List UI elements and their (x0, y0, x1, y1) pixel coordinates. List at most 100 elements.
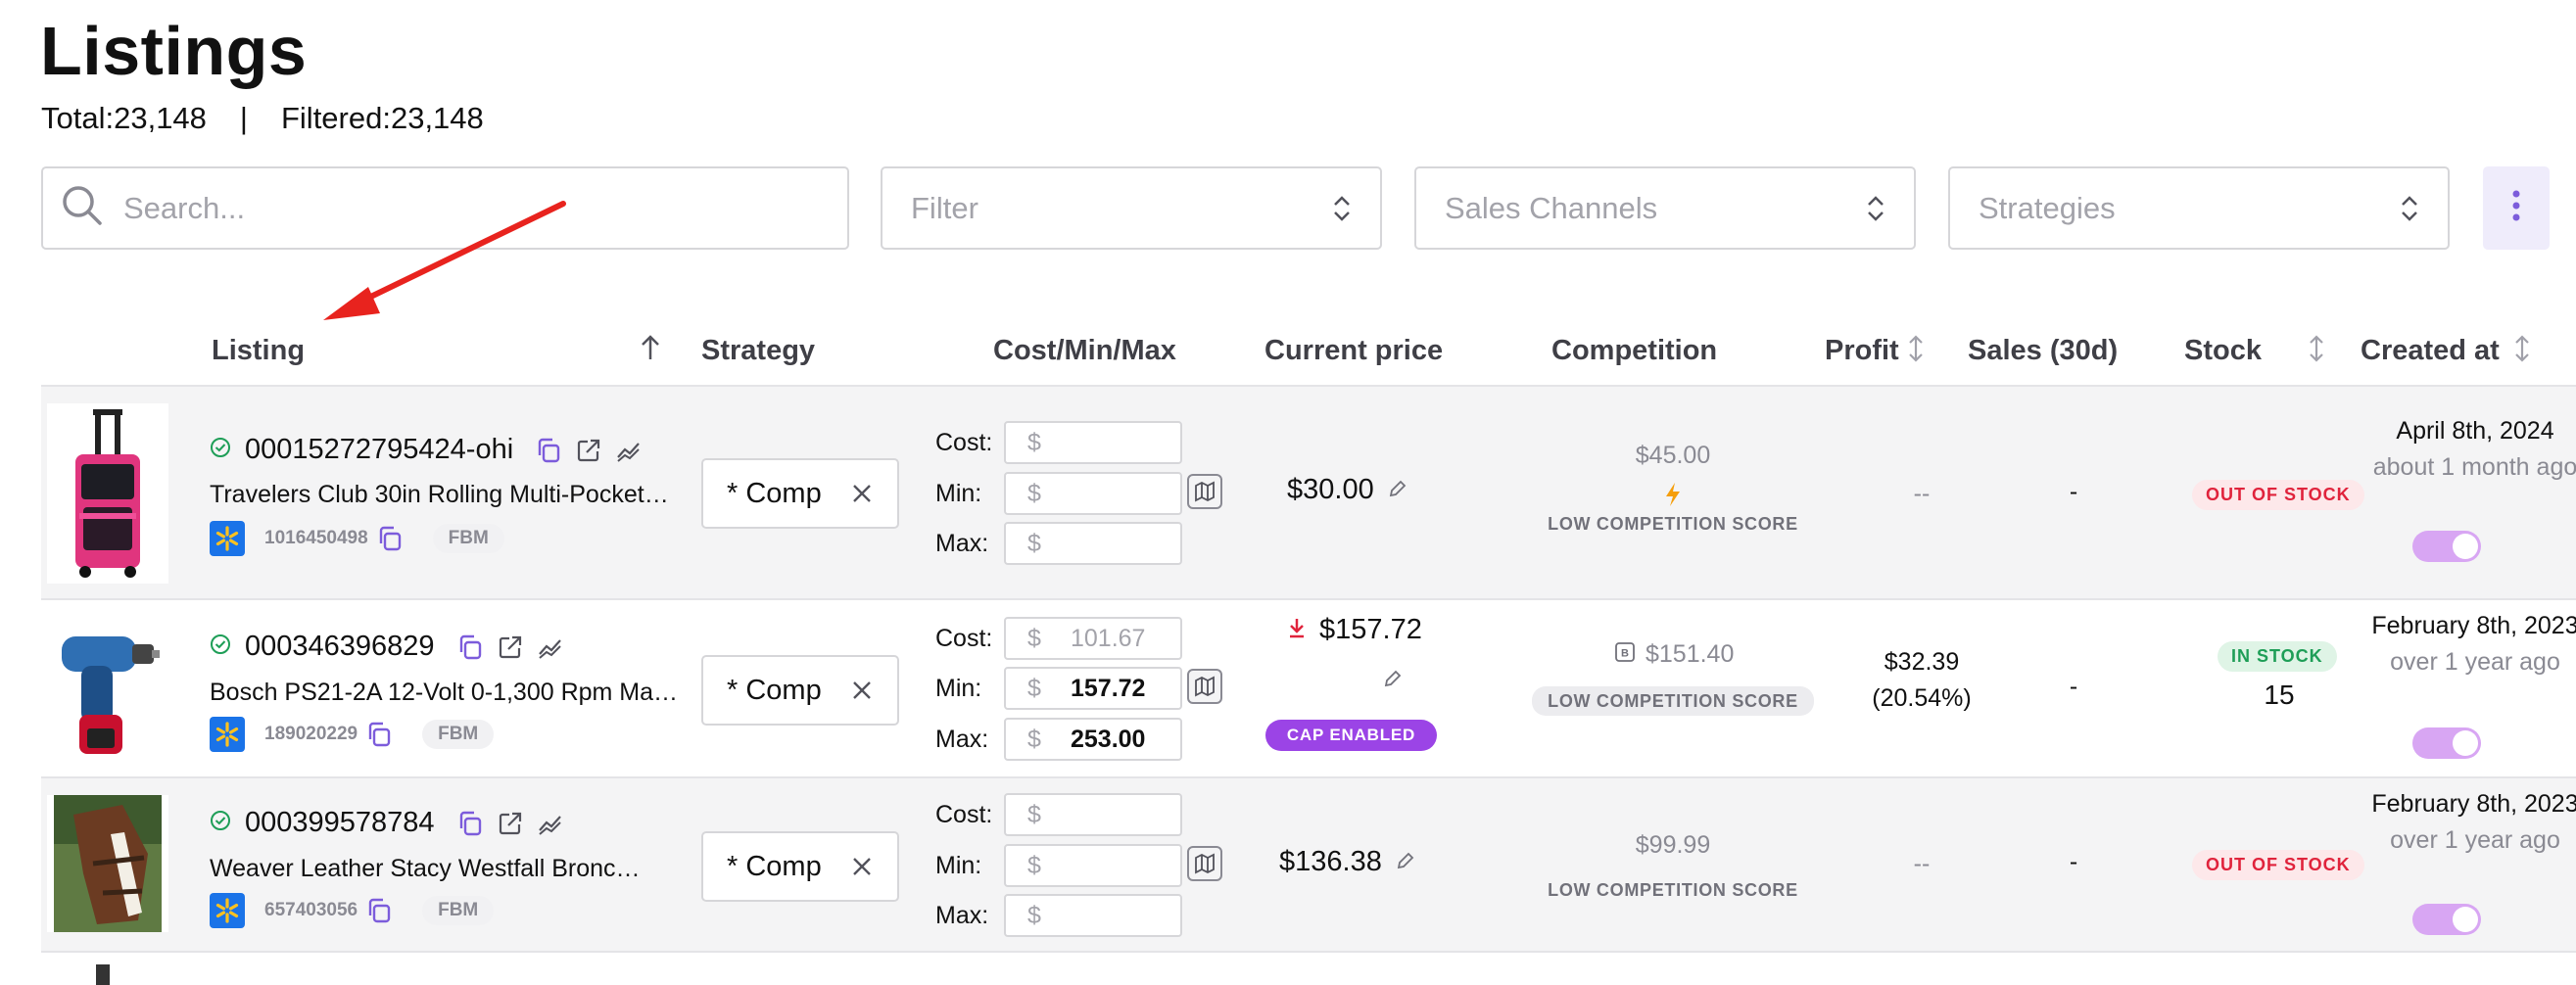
column-header-stock[interactable]: Stock (2184, 335, 2262, 367)
toggle-knob (2453, 730, 2478, 756)
map-icon[interactable] (1187, 846, 1222, 881)
more-options-button[interactable] (2483, 166, 2550, 250)
edit-pencil-icon[interactable] (1388, 474, 1407, 506)
sort-icon[interactable] (1907, 333, 1925, 369)
edit-pencil-icon[interactable] (1396, 846, 1415, 878)
clear-strategy-icon[interactable] (848, 677, 876, 712)
competition-price: $151.40 (1646, 640, 1735, 668)
map-icon[interactable] (1187, 669, 1222, 704)
created-relative: about 1 month ago (2372, 453, 2576, 481)
map-icon[interactable] (1187, 474, 1222, 509)
column-header-competition: Competition (1551, 335, 1718, 366)
copy-icon[interactable] (376, 525, 404, 552)
external-link-icon[interactable] (576, 438, 601, 463)
created-date: February 8th, 2023 (2371, 790, 2576, 818)
currency-symbol: $ (1027, 674, 1041, 702)
created-at: February 8th, 2023 over 1 year ago (2353, 786, 2576, 859)
edit-pencil-icon[interactable] (1383, 669, 1403, 693)
column-header-profit[interactable]: Profit (1825, 335, 1899, 367)
sort-ascending-icon[interactable] (640, 333, 661, 367)
stock-quantity: 15 (2264, 680, 2295, 710)
min-input[interactable]: $ (1004, 844, 1182, 887)
copy-icon[interactable] (365, 897, 393, 924)
created-relative: over 1 year ago (2390, 648, 2560, 676)
strategy-select[interactable]: * Comp (701, 831, 899, 902)
cost-input[interactable]: $101.67 (1004, 617, 1182, 660)
currency-symbol: $ (1027, 428, 1041, 456)
product-thumbnail[interactable] (47, 403, 168, 584)
filtered-count: Filtered:23,148 (280, 101, 484, 135)
clear-strategy-icon[interactable] (848, 480, 876, 515)
listing-title[interactable]: Travelers Club 30in Rolling Multi-Pocket… (210, 481, 669, 509)
chevron-updown-icon (1865, 193, 1886, 229)
strategy-select[interactable]: * Comp (701, 458, 899, 529)
profit-value: -- (1913, 850, 1931, 877)
listing-id-line: 189020229 FBM (210, 717, 495, 752)
product-thumbnail[interactable] (47, 795, 168, 932)
max-input[interactable]: $ (1004, 522, 1182, 565)
sort-icon[interactable] (2513, 333, 2531, 369)
min-input[interactable]: $157.72 (1004, 667, 1182, 710)
copy-icon[interactable] (456, 810, 484, 837)
sales-channels-placeholder: Sales Channels (1445, 190, 1658, 225)
strategy-name: * Comp (727, 674, 822, 706)
search-icon (61, 184, 104, 232)
currency-symbol: $ (1027, 529, 1041, 557)
copy-icon[interactable] (535, 437, 562, 464)
search-input[interactable]: Search... (41, 166, 849, 250)
current-price: $136.38 (1279, 846, 1415, 878)
table-row[interactable]: 00015272795424-ohi Travelers Club 30in R… (41, 387, 2576, 600)
cost-label: Cost: (935, 800, 993, 828)
created-date: February 8th, 2023 (2371, 612, 2576, 639)
min-input[interactable]: $ (1004, 472, 1182, 515)
listing-active-toggle[interactable] (2412, 531, 2481, 562)
price-history-chart-icon[interactable] (537, 811, 564, 836)
product-thumbnail[interactable] (47, 600, 168, 776)
currency-symbol: $ (1027, 725, 1041, 753)
horse-halter-image (54, 795, 162, 932)
column-header-current-price: Current price (1264, 335, 1444, 366)
listing-title[interactable]: Weaver Leather Stacy Westfall Bronc… (210, 855, 641, 883)
cost-input[interactable]: $ (1004, 421, 1182, 464)
rolling-bag-image (75, 409, 140, 578)
column-header-listing[interactable]: Listing (212, 335, 305, 367)
toggle-knob (2453, 907, 2478, 932)
check-circle-icon (210, 810, 231, 836)
competition-score: LOW COMPETITION SCORE (1548, 514, 1798, 534)
max-input[interactable]: $ (1004, 894, 1182, 937)
table-row[interactable]: 000399578784 Weaver Leather Stacy Westfa… (41, 778, 2576, 953)
search-placeholder: Search... (123, 190, 246, 225)
strategy-select[interactable]: * Comp (701, 655, 899, 726)
strategies-select[interactable]: Strategies (1948, 166, 2450, 250)
page-title: Listings (40, 13, 308, 89)
copy-icon[interactable] (456, 633, 484, 661)
sales-value: - (2069, 478, 2078, 505)
max-input[interactable]: $253.00 (1004, 718, 1182, 761)
external-link-icon[interactable] (498, 634, 523, 660)
check-circle-icon (210, 633, 231, 660)
listing-title[interactable]: Bosch PS21-2A 12-Volt 0-1,300 Rpm Ma… (210, 679, 678, 707)
clear-strategy-icon[interactable] (848, 853, 876, 888)
kebab-icon (2511, 186, 2521, 230)
sales-value: - (2069, 848, 2078, 875)
sales-channels-select[interactable]: Sales Channels (1414, 166, 1916, 250)
copy-icon[interactable] (365, 721, 393, 748)
filter-select[interactable]: Filter (881, 166, 1382, 250)
currency-symbol: $ (1027, 901, 1041, 929)
cost-input[interactable]: $ (1004, 793, 1182, 836)
stock-status-badge: IN STOCK (2218, 641, 2337, 672)
created-at: February 8th, 2023 over 1 year ago (2353, 608, 2576, 680)
sort-icon[interactable] (2308, 333, 2325, 369)
table-row[interactable]: 000346396829 Bosch PS21-2A 12-Volt 0-1,3… (41, 600, 2576, 778)
listing-active-toggle[interactable] (2412, 727, 2481, 759)
external-link-icon[interactable] (498, 811, 523, 836)
fulfillment-badge: FBM (432, 524, 504, 553)
price-history-chart-icon[interactable] (615, 438, 643, 463)
table-row[interactable] (41, 953, 2576, 985)
cost-value: 101.67 (1071, 624, 1146, 652)
walmart-logo-icon (210, 717, 245, 752)
product-thumbnail[interactable] (96, 964, 110, 985)
price-history-chart-icon[interactable] (537, 634, 564, 660)
column-header-created-at[interactable]: Created at (2361, 335, 2500, 367)
listing-active-toggle[interactable] (2412, 904, 2481, 935)
